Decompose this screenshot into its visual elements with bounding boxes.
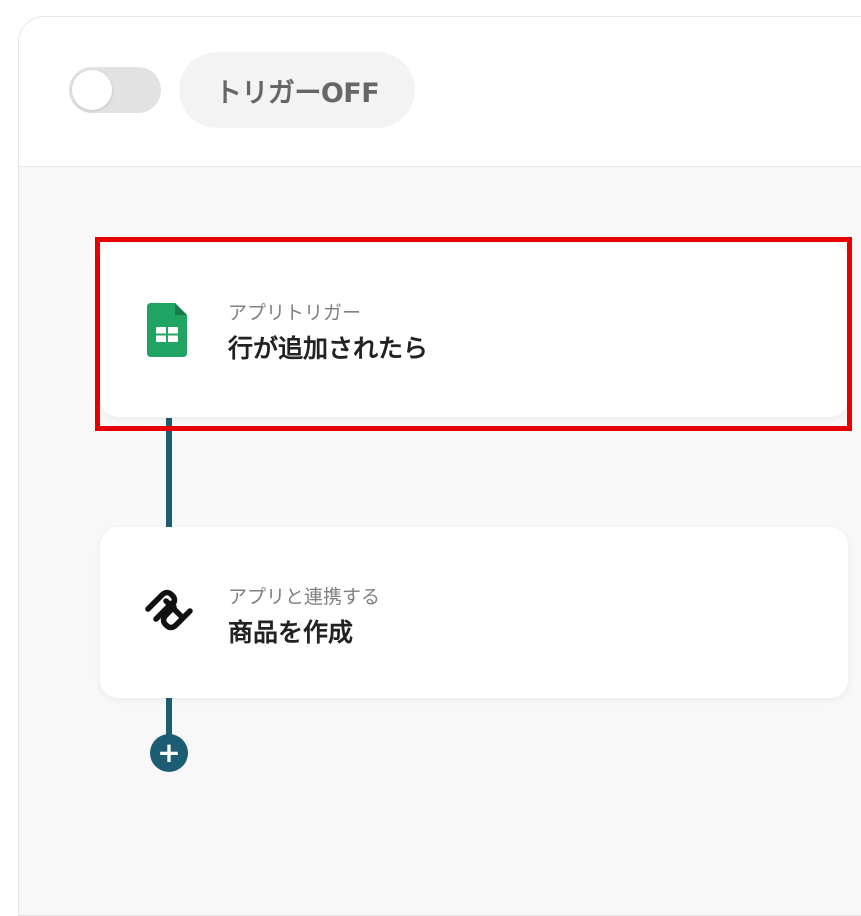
flow-header: トリガーOFF — [19, 17, 861, 167]
step-type-label: アプリトリガー — [228, 302, 362, 324]
step-card-trigger[interactable]: アプリトリガー 行が追加されたら — [100, 243, 848, 417]
step-title: 行が追加されたら — [228, 334, 429, 363]
google-sheets-icon — [147, 303, 187, 361]
step-connector — [166, 418, 172, 528]
trigger-status-pill: トリガーOFF — [179, 52, 415, 128]
toggle-knob — [72, 70, 112, 110]
trigger-status-label: トリガーOFF — [214, 77, 380, 109]
plus-icon: + — [157, 736, 181, 769]
step-title: 商品を作成 — [228, 618, 354, 647]
add-step-button[interactable]: + — [150, 734, 188, 772]
step-connector — [166, 698, 172, 738]
flow-editor-panel: トリガーOFF — [18, 16, 861, 916]
step-card-action[interactable]: アプリと連携する 商品を作成 — [100, 527, 848, 698]
trigger-toggle[interactable] — [69, 67, 161, 113]
step-type-label: アプリと連携する — [228, 586, 381, 608]
squarespace-icon — [142, 587, 196, 637]
